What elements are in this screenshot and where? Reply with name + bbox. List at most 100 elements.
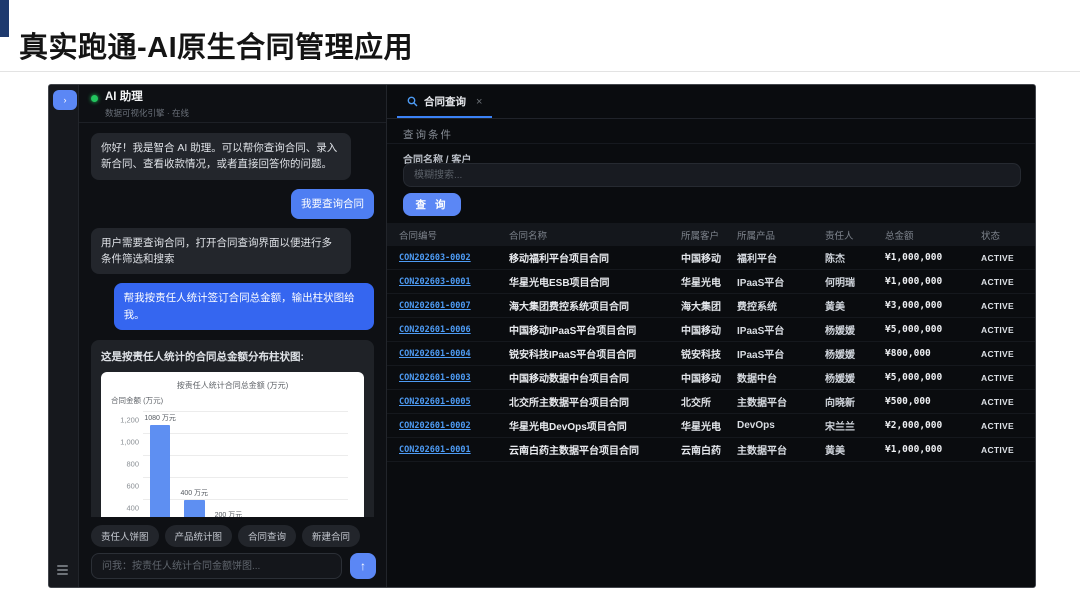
chat-message-assistant: 用户需要查询合同，打开合同查询界面以便进行多条件筛选和搜索 [91, 227, 352, 275]
table-row[interactable]: CON202603-0002 移动福利平台项目合同 中国移动 福利平台 陈杰 ¥1,000… [387, 246, 1035, 270]
cell-contract-no[interactable]: CON202601-0001 [399, 445, 509, 455]
chart-title: 按责任人统计合同总金额 (万元) [176, 380, 289, 390]
cell-customer: 北交所 [681, 398, 711, 409]
cell-product: 主数据平台 [737, 446, 787, 457]
table-row[interactable]: CON202601-0001 云南白药主数据平台项目合同 云南白药 主数据平台 黄美 ¥1… [387, 438, 1035, 462]
table-body: CON202603-0002 移动福利平台项目合同 中国移动 福利平台 陈杰 ¥1,000… [387, 246, 1035, 462]
query-button[interactable]: 查 询 [403, 193, 461, 216]
chat-panel: AI 助理 数据可视化引擎 · 在线 你好！我是智合 AI 助理。可以帮你查询合… [79, 85, 387, 587]
bar-value-label: 200 万元 [214, 511, 243, 517]
cell-owner: 向晓新 [825, 398, 855, 409]
cell-customer: 华星光电 [681, 278, 721, 289]
quick-chip[interactable]: 合同查询 [238, 525, 297, 547]
cell-amount: ¥3,000,000 [885, 300, 943, 311]
title-accent-bar [0, 0, 9, 37]
cell-product: DevOps [737, 420, 775, 431]
cell-contract-name: 华星光电DevOps项目合同 [509, 422, 627, 433]
tab-close-icon[interactable]: × [476, 96, 482, 108]
cell-owner: 陈杰 [825, 254, 845, 265]
table-row[interactable]: CON202601-0007 海大集团费控系统项目合同 海大集团 费控系统 黄美 ¥3,0… [387, 294, 1035, 318]
cell-customer: 锐安科技 [681, 350, 721, 361]
table-header-row: 合同编号 合同名称 所属客户 所属产品 责任人 总金额 状态 [387, 223, 1035, 246]
cell-status: ACTIVE [981, 300, 1014, 311]
cell-contract-no[interactable]: CON202603-0002 [399, 253, 509, 263]
send-button[interactable]: ↑ [350, 553, 376, 579]
sidebar-toggle-button[interactable]: › [53, 90, 77, 110]
cell-amount: ¥500,000 [885, 396, 931, 407]
cell-owner: 杨媛媛 [825, 350, 855, 361]
column-header: 合同名称 [509, 230, 548, 242]
quick-chip[interactable]: 新建合同 [302, 525, 361, 547]
tab-contract-query[interactable]: 合同查询 × [397, 85, 493, 118]
cell-owner: 杨媛媛 [825, 326, 855, 337]
table-row[interactable]: CON202603-0001 华星光电ESB项目合同 华星光电 IPaaS平台 何明瑞 ¥… [387, 270, 1035, 294]
app-window: › AI 助理 数据可视化引擎 · 在线 你好！我是智合 AI 助理。可以帮你查… [48, 84, 1036, 588]
cell-customer: 海大集团 [681, 302, 721, 313]
cell-contract-name: 锐安科技IPaaS平台项目合同 [509, 350, 637, 361]
cell-amount: ¥2,000,000 [885, 420, 943, 431]
cell-status: ACTIVE [981, 252, 1014, 263]
cell-status: ACTIVE [981, 396, 1014, 407]
cell-contract-name: 中国移动数据中台项目合同 [509, 374, 629, 385]
y-tick-label: 400 [126, 503, 139, 513]
table-row[interactable]: CON202601-0005 北交所主数据平台项目合同 北交所 主数据平台 向晓新 ¥50… [387, 390, 1035, 414]
cell-amount: ¥1,000,000 [885, 276, 943, 287]
cell-amount: ¥1,000,000 [885, 444, 943, 455]
assistant-subtitle: 数据可视化引擎 · 在线 [105, 107, 190, 118]
chat-header: AI 助理 数据可视化引擎 · 在线 [79, 85, 386, 123]
assistant-title: AI 助理 [105, 91, 143, 103]
cell-contract-no[interactable]: CON202601-0005 [399, 397, 509, 407]
cell-owner: 黄美 [825, 446, 845, 457]
bar-value-label: 400 万元 [180, 489, 209, 497]
cell-status: ACTIVE [981, 324, 1014, 335]
cell-amount: ¥800,000 [885, 348, 931, 359]
cell-customer: 中国移动 [681, 326, 721, 337]
quick-chip[interactable]: 责任人饼图 [91, 525, 159, 547]
cell-customer: 中国移动 [681, 254, 721, 265]
table-row[interactable]: CON202601-0002 华星光电DevOps项目合同 华星光电 DevOps 宋兰… [387, 414, 1035, 438]
cell-product: IPaaS平台 [737, 326, 785, 337]
cell-owner: 黄美 [825, 302, 845, 313]
chart-y-axis-label: 合同金额 (万元) [111, 395, 164, 405]
cell-contract-no[interactable]: CON202601-0004 [399, 349, 509, 359]
cell-contract-name: 海大集团费控系统项目合同 [509, 302, 629, 313]
cell-contract-no[interactable]: CON202603-0001 [399, 277, 509, 287]
cell-contract-no[interactable]: CON202601-0003 [399, 373, 509, 383]
cell-customer: 云南白药 [681, 446, 721, 457]
query-conditions-title: 查询条件 [403, 129, 453, 141]
cell-product: IPaaS平台 [737, 278, 785, 289]
workspace-panel: 合同查询 × 查询条件 合同名称 / 客户 查 询 合同编号合同名称所属客户所属… [387, 85, 1035, 587]
page-title: 真实跑通-AI原生合同管理应用 [19, 32, 414, 64]
chat-message-user: 帮我按责任人统计签订合同总金额，输出柱状图给我。 [113, 283, 374, 330]
cell-contract-name: 中国移动IPaaS平台项目合同 [509, 326, 637, 337]
column-header: 责任人 [825, 230, 854, 242]
column-header: 合同编号 [399, 230, 438, 242]
cell-product: 数据中台 [737, 374, 777, 385]
quick-chip[interactable]: 产品统计图 [164, 525, 233, 547]
bar-chart: 按责任人统计合同总金额 (万元) 合同金额 (万元) 0200400600800… [101, 371, 364, 517]
table-row[interactable]: CON202601-0003 中国移动数据中台项目合同 中国移动 数据中台 杨媛媛 ¥5,… [387, 366, 1035, 390]
chat-messages: 你好！我是智合 AI 助理。可以帮你查询合同、录入新合同、查看收款情况，或者直接… [79, 123, 386, 517]
cell-amount: ¥5,000,000 [885, 324, 943, 335]
chart-plot-area: 02004006008001,0001,2001080 万元400 万元200 … [120, 410, 348, 517]
cell-status: ACTIVE [981, 276, 1014, 287]
bar [149, 425, 171, 517]
tab-active-underline [397, 116, 493, 118]
fuzzy-search-input[interactable] [403, 163, 1021, 187]
cell-contract-name: 移动福利平台项目合同 [509, 254, 609, 265]
cell-owner: 宋兰兰 [825, 422, 855, 433]
column-header: 所属产品 [737, 230, 776, 242]
menu-icon[interactable] [57, 565, 71, 575]
table-row[interactable]: CON202601-0006 中国移动IPaaS平台项目合同 中国移动 IPaaS平台… [387, 318, 1035, 342]
cell-contract-no[interactable]: CON202601-0002 [399, 421, 509, 431]
cell-contract-no[interactable]: CON202601-0006 [399, 325, 509, 335]
chat-input[interactable] [91, 553, 342, 579]
cell-product: 费控系统 [737, 302, 777, 313]
cell-contract-name: 华星光电ESB项目合同 [509, 278, 610, 289]
cell-product: 福利平台 [737, 254, 777, 265]
table-row[interactable]: CON202601-0004 锐安科技IPaaS平台项目合同 锐安科技 IPaaS平台… [387, 342, 1035, 366]
cell-contract-no[interactable]: CON202601-0007 [399, 301, 509, 311]
cell-amount: ¥5,000,000 [885, 372, 943, 383]
chat-message-user: 我要查询合同 [291, 188, 374, 219]
chart-intro-text: 这是按责任人统计的合同总金额分布柱状图: [101, 350, 304, 363]
